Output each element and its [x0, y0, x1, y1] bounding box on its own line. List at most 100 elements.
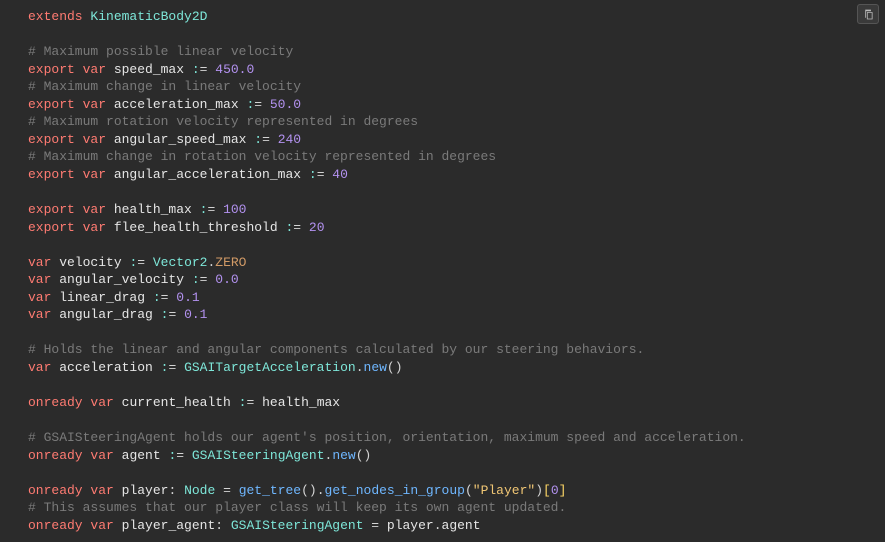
code-token: agent [122, 448, 169, 463]
code-token: = [207, 202, 223, 217]
code-token: var [83, 202, 114, 217]
code-token: () [387, 360, 403, 375]
code-line: export var acceleration_max := 50.0 [28, 96, 885, 114]
code-line [28, 464, 885, 482]
code-line: onready var agent := GSAISteeringAgent.n… [28, 447, 885, 465]
code-token: acceleration_max [114, 97, 247, 112]
code-line: var acceleration := GSAITargetAccelerati… [28, 359, 885, 377]
code-token: 240 [278, 132, 301, 147]
code-token: Node [184, 483, 215, 498]
code-token: . [434, 518, 442, 533]
code-token: var [90, 483, 121, 498]
code-token: 450.0 [215, 62, 254, 77]
code-token: player_agent [122, 518, 216, 533]
code-token: onready [28, 518, 90, 533]
code-token: var [83, 167, 114, 182]
code-token: "Player" [473, 483, 535, 498]
code-token: 0 [551, 483, 559, 498]
code-line: var velocity := Vector2.ZERO [28, 254, 885, 272]
code-token: = [137, 255, 153, 270]
code-token: extends [28, 9, 90, 24]
code-token: KinematicBody2D [90, 9, 207, 24]
code-token: = [246, 395, 262, 410]
code-line [28, 183, 885, 201]
code-line [28, 412, 885, 430]
code-token: = [161, 290, 177, 305]
code-token: GSAITargetAcceleration [184, 360, 356, 375]
code-token: 50.0 [270, 97, 301, 112]
code-token: acceleration [59, 360, 160, 375]
code-token: [ [543, 483, 551, 498]
code-block: extends KinematicBody2D # Maximum possib… [0, 0, 885, 542]
code-token: health_max [262, 395, 340, 410]
code-token: flee_health_threshold [114, 220, 286, 235]
code-line: # Holds the linear and angular component… [28, 341, 885, 359]
code-token: export [28, 220, 83, 235]
code-line [28, 26, 885, 44]
code-token: agent [442, 518, 481, 533]
code-token: export [28, 167, 83, 182]
code-token: var [90, 395, 121, 410]
code-token: 40 [332, 167, 348, 182]
code-token: export [28, 62, 83, 77]
code-token: 0.1 [184, 307, 207, 322]
code-token: Vector2 [153, 255, 208, 270]
copy-button[interactable] [857, 4, 879, 24]
code-token: ] [559, 483, 567, 498]
code-token: current_health [122, 395, 239, 410]
code-token: : [309, 167, 317, 182]
code-token: export [28, 132, 83, 147]
code-token: health_max [114, 202, 200, 217]
code-token: var [90, 448, 121, 463]
code-token: var [28, 307, 59, 322]
code-line: var angular_velocity := 0.0 [28, 271, 885, 289]
code-token: = [168, 360, 184, 375]
code-token: velocity [59, 255, 129, 270]
code-token: = [176, 448, 192, 463]
code-token: # Holds the linear and angular component… [28, 342, 644, 357]
code-line: # Maximum possible linear velocity [28, 43, 885, 61]
code-line: var angular_drag := 0.1 [28, 306, 885, 324]
code-token: ) [535, 483, 543, 498]
code-token: onready [28, 448, 90, 463]
code-token: var [83, 132, 114, 147]
code-line: export var speed_max := 450.0 [28, 61, 885, 79]
code-token: # Maximum change in rotation velocity re… [28, 149, 496, 164]
code-token: = [200, 62, 216, 77]
code-token: # Maximum possible linear velocity [28, 44, 293, 59]
code-token: angular_drag [59, 307, 160, 322]
code-token: var [28, 360, 59, 375]
code-line: export var flee_health_threshold := 20 [28, 219, 885, 237]
code-token: = [262, 132, 278, 147]
code-line: onready var player_agent: GSAISteeringAg… [28, 517, 885, 535]
code-token: # This assumes that our player class wil… [28, 500, 566, 515]
code-token: : [254, 132, 262, 147]
code-line: onready var player: Node = get_tree().ge… [28, 482, 885, 500]
code-line: # Maximum change in linear velocity [28, 78, 885, 96]
code-token: speed_max [114, 62, 192, 77]
code-token: export [28, 97, 83, 112]
code-token: = [254, 97, 270, 112]
code-token: onready [28, 483, 90, 498]
code-token: new [332, 448, 355, 463]
code-line: # This assumes that our player class wil… [28, 499, 885, 517]
code-token: GSAISteeringAgent [192, 448, 325, 463]
code-line: # Maximum change in rotation velocity re… [28, 148, 885, 166]
code-token: player [122, 483, 169, 498]
code-token: var [28, 272, 59, 287]
code-token: var [28, 255, 59, 270]
code-line: export var health_max := 100 [28, 201, 885, 219]
code-line [28, 236, 885, 254]
code-line: # GSAISteeringAgent holds our agent's po… [28, 429, 885, 447]
code-token: var [83, 220, 114, 235]
code-line: extends KinematicBody2D [28, 8, 885, 26]
code-token: angular_speed_max [114, 132, 254, 147]
code-token: 0.0 [215, 272, 238, 287]
code-token: : [168, 483, 184, 498]
code-token: = [293, 220, 309, 235]
code-token: (). [301, 483, 324, 498]
code-token: var [83, 97, 114, 112]
code-line: onready var current_health := health_max [28, 394, 885, 412]
code-line: # Maximum rotation velocity represented … [28, 113, 885, 131]
code-token: : [192, 62, 200, 77]
